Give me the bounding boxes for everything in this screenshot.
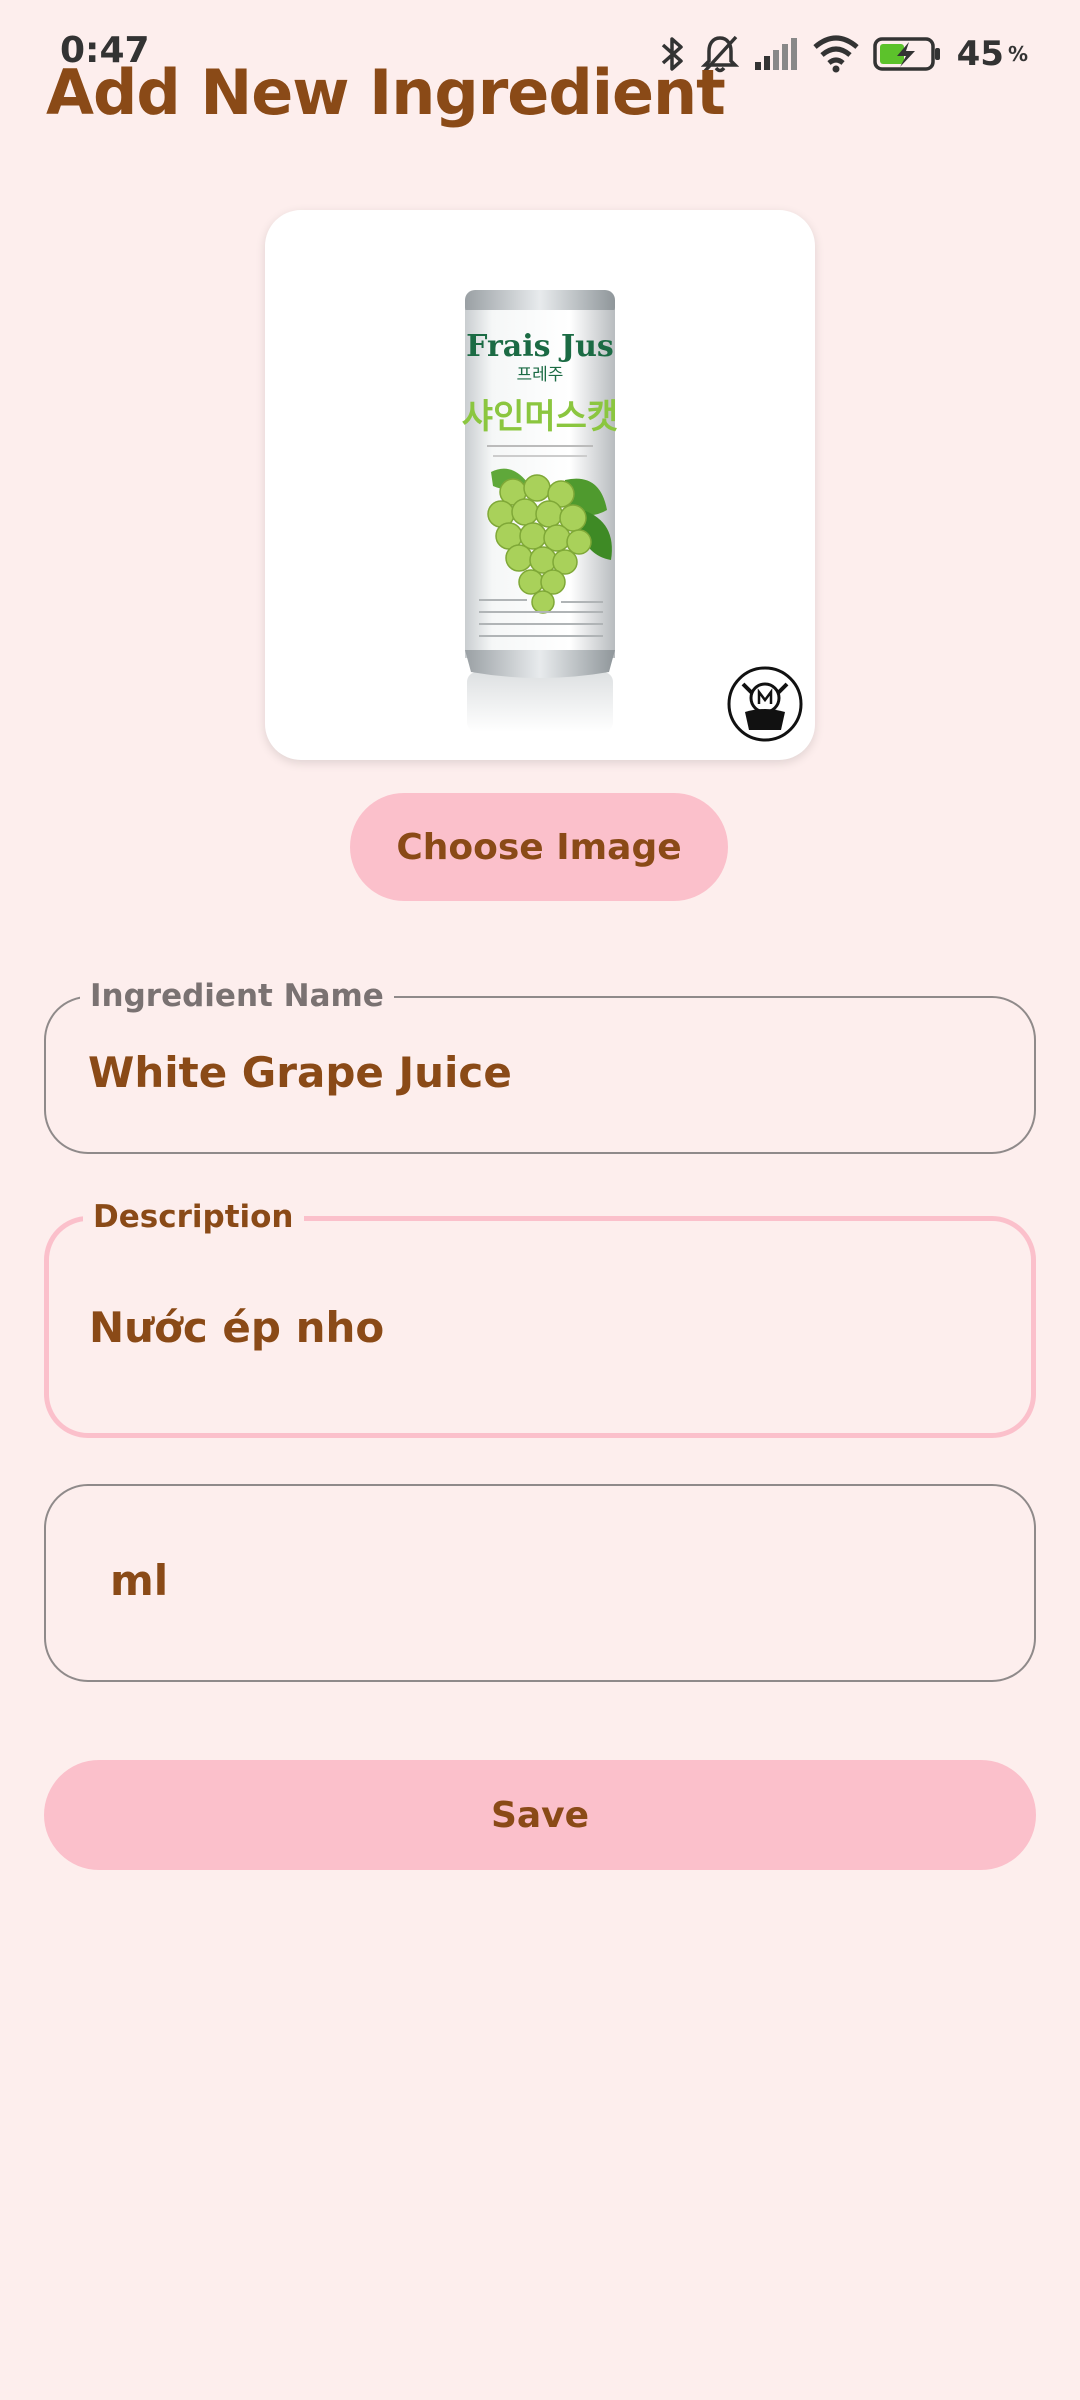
page-title: Add New Ingredient	[46, 56, 726, 129]
choose-image-button[interactable]: Choose Image	[350, 793, 728, 901]
unit-field[interactable]: ml	[44, 1484, 1036, 1682]
description-value[interactable]: Nước ép nho	[89, 1303, 384, 1352]
description-field[interactable]: Description Nước ép nho	[44, 1199, 1036, 1438]
cell-signal-icon	[754, 38, 797, 70]
battery-unit: %	[1007, 42, 1028, 66]
description-label: Description	[83, 1199, 304, 1235]
unit-value[interactable]: ml	[110, 1556, 168, 1605]
battery-level: 45	[956, 34, 1004, 74]
can-flavor-text: 샤인머스캣	[462, 397, 618, 437]
save-button[interactable]: Save	[44, 1760, 1036, 1870]
can-brand-text: Frais Jus	[466, 329, 614, 364]
ingredient-name-value[interactable]: White Grape Juice	[88, 1048, 512, 1097]
ingredient-name-field[interactable]: Ingredient Name White Grape Juice	[44, 978, 1036, 1154]
battery-charging-icon	[872, 37, 940, 71]
watermark-logo-icon	[727, 666, 803, 742]
ingredient-image-preview: Frais Jus 프레주 샤인머스캣	[265, 210, 815, 760]
ingredient-name-label: Ingredient Name	[80, 978, 394, 1014]
can-korean-name: 프레주	[517, 365, 564, 385]
juice-can-image: Frais Jus 프레주 샤인머스캣	[462, 290, 803, 742]
wifi-icon	[812, 35, 859, 73]
